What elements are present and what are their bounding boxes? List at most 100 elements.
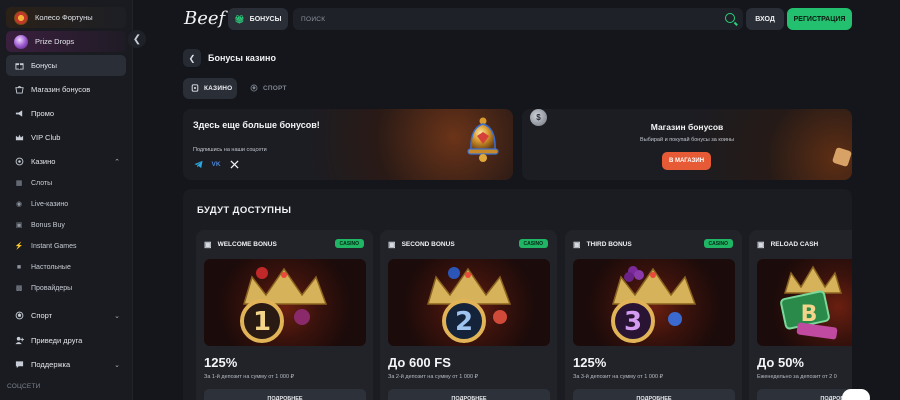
shop-banner-title: Магазин бонусов [650,122,724,132]
sidebar: Колесо Фортуны Prize Drops Бонусы Магази… [0,0,133,400]
sidebar-item-label: Магазин бонусов [31,85,91,94]
sidebar-subitem-slots[interactable]: ▦ Слоты [14,174,53,192]
sidebar-subitem-live[interactable]: ◉ Live-казино [14,195,68,213]
bonus-card-title: SECOND BONUS [401,241,455,248]
social-banner: Здесь еще больше бонусов! Подпишись на н… [183,109,513,180]
sidebar-subitem-instant[interactable]: ⚡ Instant Games [14,237,77,255]
chevron-left-icon: ❮ [132,33,142,45]
search-input[interactable]: ПОИСК [293,8,743,30]
register-button[interactable]: РЕГИСТРАЦИЯ [787,8,852,30]
sidebar-item-bonus-shop[interactable]: Магазин бонусов [6,79,126,100]
top-header: Beef 🎁︎ БОНУСЫ ПОИСК ВХОД РЕГИСТРАЦИЯ [133,0,900,38]
fortune-wheel-avatar [14,10,28,25]
sidebar-subitem-label: Слоты [31,179,53,187]
details-button[interactable]: ПОДРОБНЕЕ [757,389,852,400]
page-title: Бонусы казино [208,53,276,63]
sidebar-subitem-label: Настольные [31,263,71,271]
card-digit: 1 [253,307,271,337]
sidebar-item-promo[interactable]: Промо [6,103,126,124]
bonus-card[interactable]: ▣ THIRD BONUS CASINO 3 125% За 3-й депоз… [565,230,742,400]
shop-banner-subtitle: Выбирай и покупай бонусы за коины [640,137,734,143]
reload-cash-illustration: B [780,265,843,340]
sidebar-subitem-label: Провайдеры [31,284,73,292]
bonus-card-image: B [757,259,852,346]
sidebar-subitem-providers[interactable]: ▩ Провайдеры [14,279,72,297]
crown-number-illustration: 3 [611,266,697,343]
support-chat-button[interactable] [842,389,870,400]
crown-number-illustration: 2 [426,267,512,343]
casino-badge: CASINO [703,239,733,248]
sidebar-item-prize-drops[interactable]: Prize Drops [6,31,126,52]
prize-drops-avatar [14,34,28,49]
sidebar-item-label: VIP Club [31,133,61,142]
bonus-card[interactable]: ▣ RELOAD CASH B До 50% Еженедельно за де… [749,230,852,400]
sidebar-item-bonuses[interactable]: Бонусы [6,55,126,76]
bonus-card-image: 1 [204,259,366,346]
to-shop-button[interactable]: В МАГАЗИН [662,152,711,170]
sidebar-section-label: СОЦСЕТИ [7,383,41,390]
details-button[interactable]: ПОДРОБНЕЕ [388,389,550,400]
sidebar-item-label: Приведи друга [31,336,83,345]
card-digit: 2 [455,307,473,337]
bonus-card-title: RELOAD CASH [770,241,819,248]
collapse-sidebar-button[interactable]: ❮ [128,30,146,48]
header-bonuses-label: БОНУСЫ [249,15,282,23]
chevron-up-icon: ⌃ [114,158,120,166]
bonus-card-title: THIRD BONUS [586,241,632,248]
x-icon[interactable] [229,159,239,169]
logo[interactable]: Beef [184,8,225,29]
bonus-card[interactable]: ▣ WELCOME BONUS CASINO 1 125% За 1-й деп… [196,230,373,400]
bonus-card-value: 125% [204,355,238,370]
gift-icon [14,61,24,71]
chat-icon [14,360,24,370]
bonus-card[interactable]: ▣ SECOND BONUS CASINO 2 До 600 FS За 2-й… [380,230,557,400]
bonus-card-header: ▣ SECOND BONUS [388,240,455,249]
login-button[interactable]: ВХОД [746,8,784,30]
sidebar-item-sport[interactable]: Спорт ⌄ [6,305,126,326]
sidebar-item-label: Колесо Фортуны [35,13,93,22]
details-button[interactable]: ПОДРОБНЕЕ [204,389,366,400]
shop-icon [14,85,24,95]
sidebar-item-casino[interactable]: Казино ⌃ [6,151,126,172]
sidebar-subitem-bonus-buy[interactable]: ▣ Bonus Buy [14,216,65,234]
bonus-card-header: ▣ RELOAD CASH [757,240,818,249]
sidebar-subitem-label: Live-казино [31,200,69,208]
table-games-icon: ■ [16,263,22,271]
gift-icon: ▣ [388,240,396,249]
sidebar-item-fortune-wheel[interactable]: Колесо Фортуны [6,7,126,28]
casino-badge: CASINO [334,239,364,248]
chevron-left-icon: ❮ [188,53,196,63]
card-digit: 3 [624,307,642,337]
tab-sport[interactable]: СПОРТ [242,78,290,99]
casino-chip-icon [191,83,199,94]
bell-illustration [467,117,499,162]
sidebar-subitem-table-games[interactable]: ■ Настольные [14,258,71,276]
bonus-card-description: За 3-й депозит на сумму от 1 000 ₽ [573,374,664,380]
bonus-card-header: ▣ THIRD BONUS [573,240,632,249]
megaphone-icon [14,109,24,119]
sidebar-item-vip[interactable]: VIP Club [6,127,126,148]
telegram-icon[interactable] [193,159,203,169]
sidebar-item-label: Prize Drops [35,37,75,46]
live-icon: ◉ [15,201,23,208]
sidebar-item-invite-friend[interactable]: Приведи друга [6,330,126,351]
sidebar-item-label: Поддержка [31,360,71,369]
sidebar-item-support[interactable]: Поддержка ⌄ [6,354,126,375]
bonus-card-image: 3 [573,259,735,346]
sidebar-item-label: Бонусы [31,61,58,70]
crown-icon [14,133,24,143]
instant-icon: ⚡ [14,243,24,250]
vk-icon[interactable]: VK [211,159,221,169]
sidebar-item-label: Спорт [31,311,53,320]
bonus-card-title: WELCOME BONUS [217,241,277,248]
search-icon[interactable] [725,13,735,23]
header-bonuses-button[interactable]: 🎁︎ БОНУСЫ [228,8,288,30]
dice-icon [831,146,852,168]
tab-label: КАЗИНО [204,85,233,92]
details-button[interactable]: ПОДРОБНЕЕ [573,389,735,400]
chevron-down-icon: ⌄ [114,361,120,369]
tab-label: СПОРТ [263,85,287,92]
back-button[interactable]: ❮ [183,49,201,67]
tab-casino[interactable]: КАЗИНО [183,78,237,99]
sidebar-subitem-label: Instant Games [31,242,77,250]
